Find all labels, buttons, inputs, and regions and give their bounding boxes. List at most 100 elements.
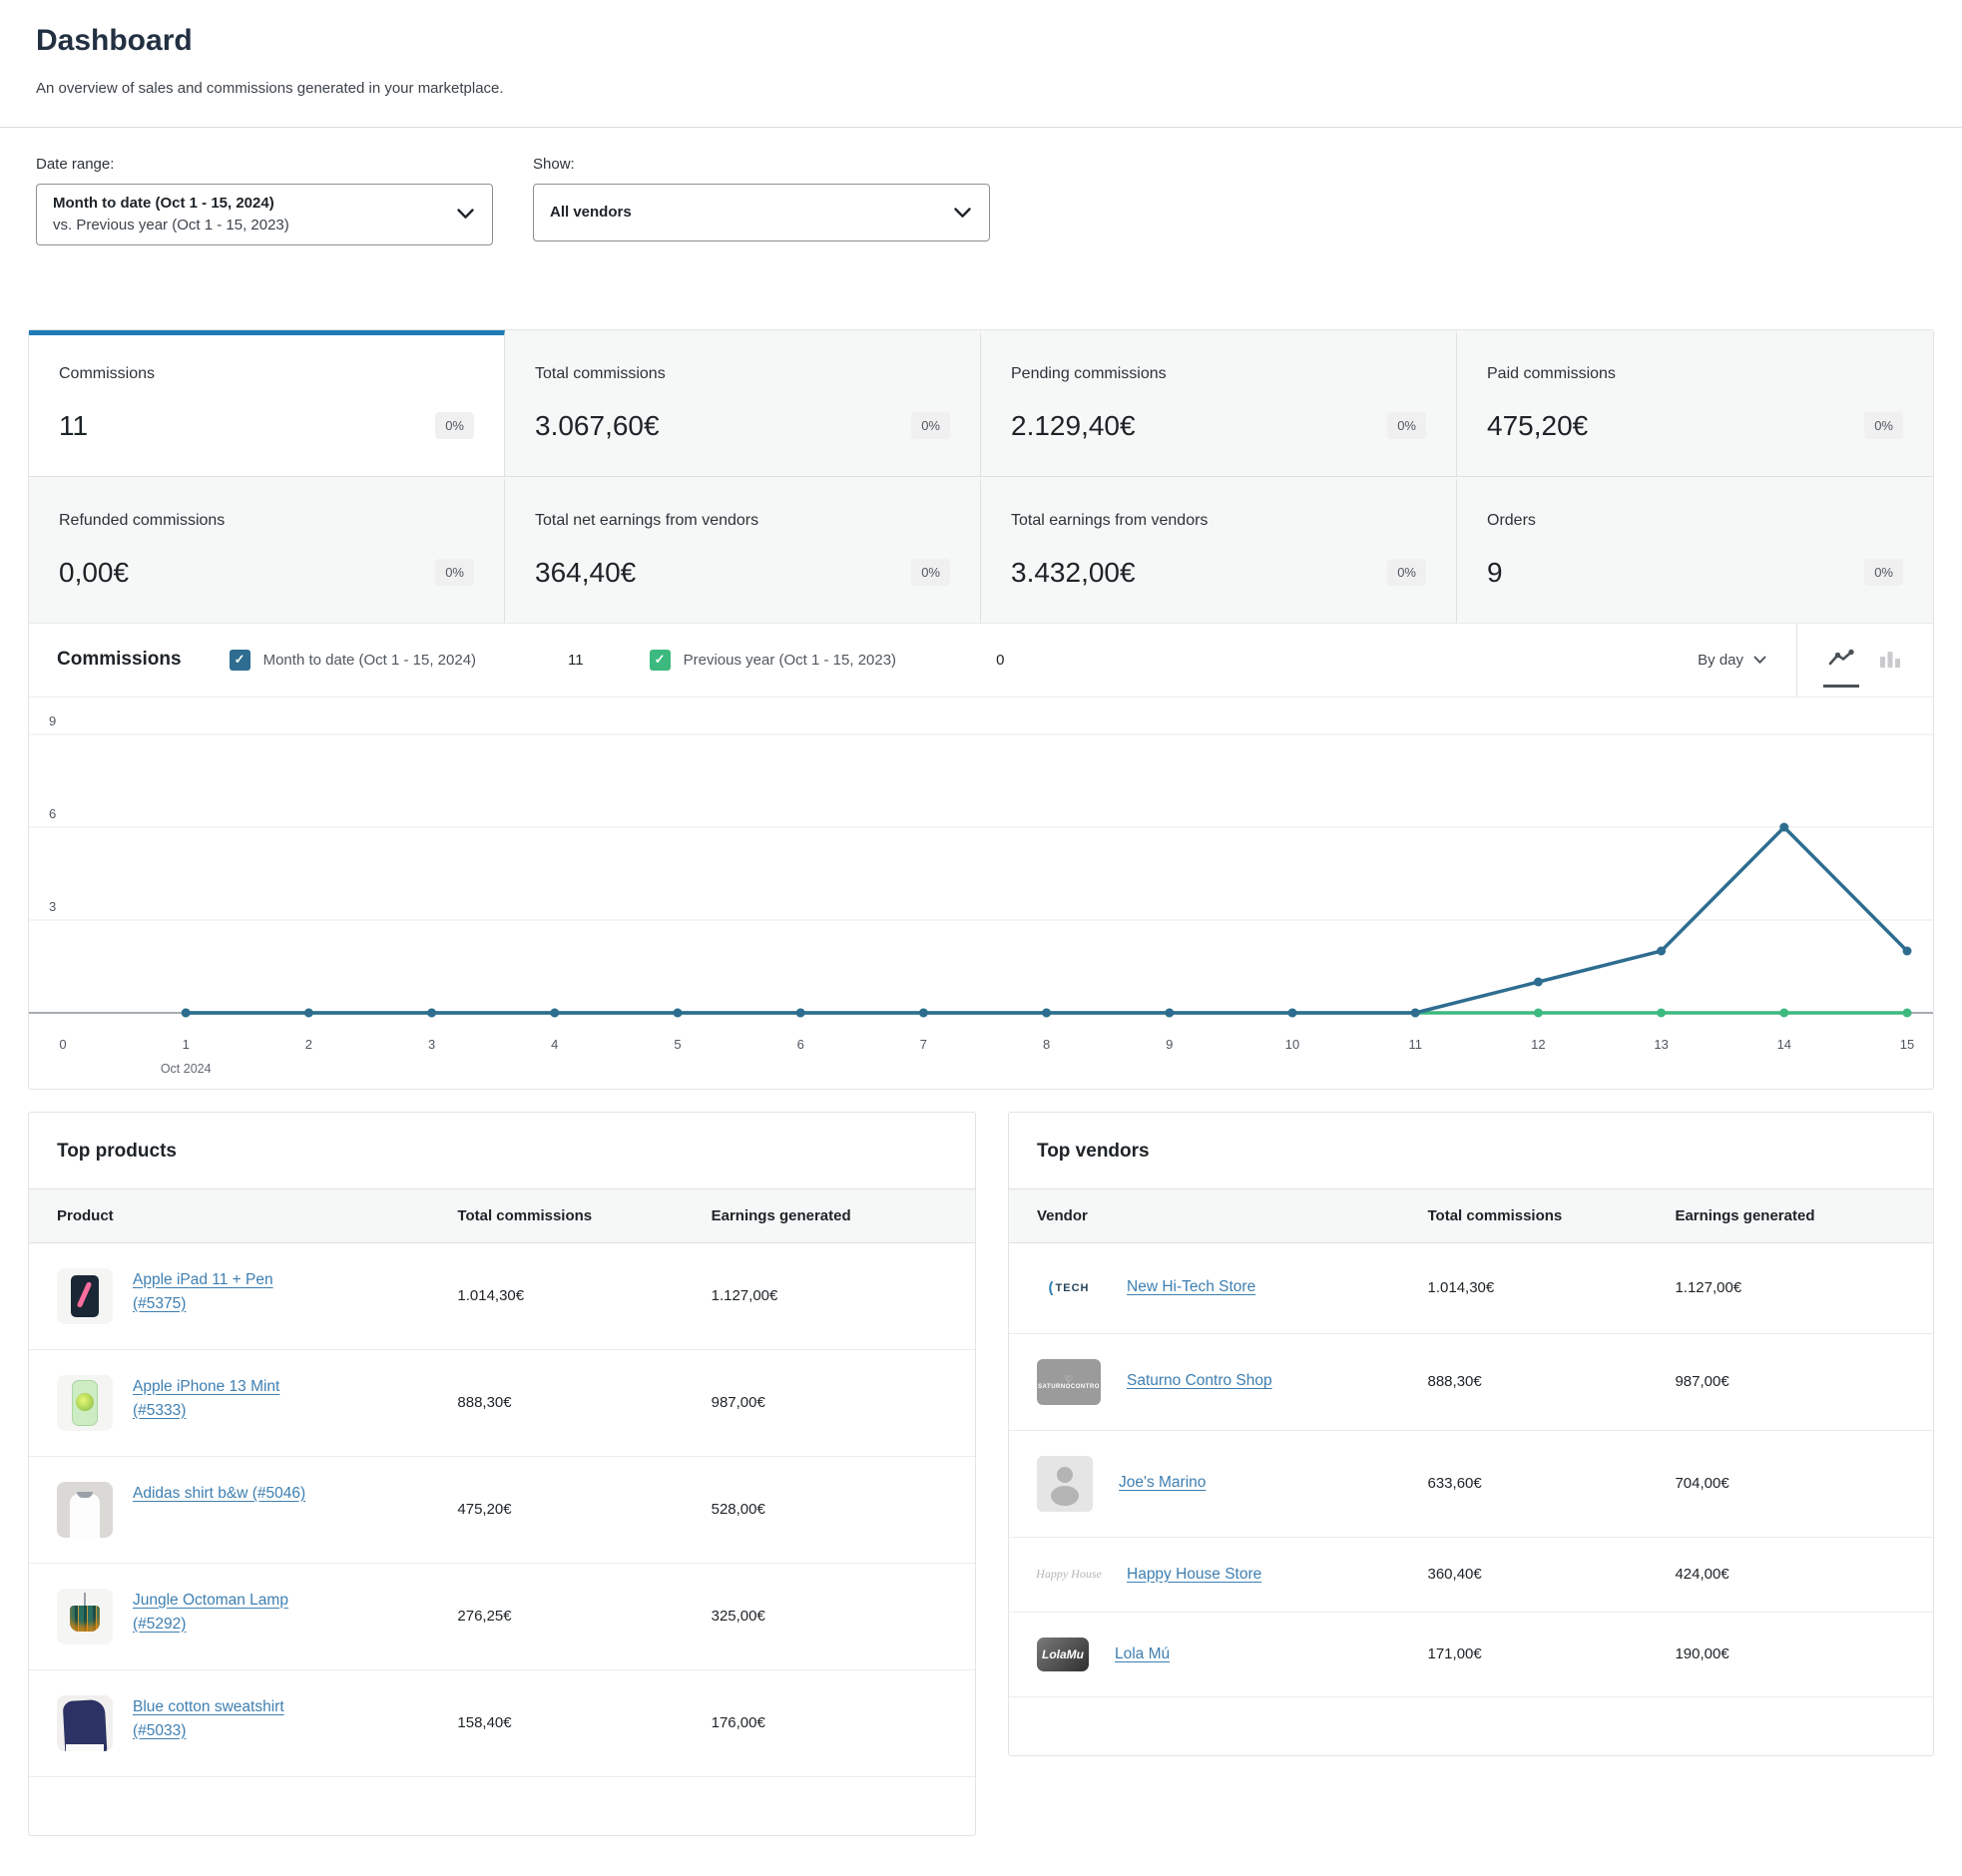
vendor-avatar[interactable] <box>1037 1456 1093 1512</box>
svg-text:9: 9 <box>49 713 56 728</box>
vendor-filter: Show: All vendors <box>533 156 990 245</box>
chart-title: Commissions <box>57 649 182 671</box>
vendor-earnings: 424,00€ <box>1675 1566 1905 1583</box>
legend-label: Month to date (Oct 1 - 15, 2024) <box>263 652 476 669</box>
table-row: Blue cotton sweatshirt (#5033) 158,40€ 1… <box>29 1670 975 1777</box>
product-thumbnail[interactable] <box>57 1268 113 1324</box>
change-badge: 0% <box>911 412 950 439</box>
product-link[interactable]: Blue cotton sweatshirt (#5033) <box>133 1695 318 1743</box>
person-icon <box>1045 1462 1085 1506</box>
product-thumbnail[interactable] <box>57 1375 113 1431</box>
line-chart-icon[interactable] <box>1823 633 1859 688</box>
table-footer <box>29 1777 975 1835</box>
vendor-logo[interactable]: TECH <box>1037 1268 1101 1308</box>
table-row: Happy House Happy House Store 360,40€ 42… <box>1009 1538 1933 1613</box>
stat-card-paid-commissions[interactable]: Paid commissions 475,20€0% <box>1457 330 1933 477</box>
legend-previous-period[interactable]: ✓ Previous year (Oct 1 - 15, 2023) <box>650 650 896 671</box>
stat-card-refunded-commissions[interactable]: Refunded commissions 0,00€ 0% <box>29 477 505 624</box>
vendor-select[interactable]: All vendors <box>533 184 990 241</box>
svg-text:15: 15 <box>1900 1037 1914 1052</box>
vendor-link[interactable]: Lola Mú <box>1115 1642 1170 1666</box>
interval-label: By day <box>1698 652 1743 669</box>
product-total-commissions: 888,30€ <box>457 1394 711 1411</box>
stat-card-total-commissions[interactable]: Total commissions 3.067,60€0% <box>505 330 981 477</box>
vendor-link[interactable]: New Hi-Tech Store <box>1127 1275 1255 1299</box>
vendor-total-commissions: 171,00€ <box>1428 1645 1676 1662</box>
product-thumbnail[interactable] <box>57 1695 113 1751</box>
vendor-total-commissions: 633,60€ <box>1428 1475 1676 1492</box>
check-icon: ✓ <box>655 652 666 668</box>
column-earnings-generated: Earnings generated <box>1675 1207 1905 1224</box>
svg-text:1: 1 <box>183 1037 190 1052</box>
vendor-total-commissions: 360,40€ <box>1428 1566 1676 1583</box>
stat-label: Total commissions <box>535 365 950 383</box>
page-subtitle: An overview of sales and commissions gen… <box>36 80 1926 97</box>
table-row: Apple iPad 11 + Pen (#5375) 1.014,30€ 1.… <box>29 1243 975 1350</box>
stat-card-orders[interactable]: Orders 90% <box>1457 477 1933 624</box>
product-link[interactable]: Adidas shirt b&w (#5046) <box>133 1482 305 1506</box>
checkbox-checked[interactable]: ✓ <box>230 650 250 671</box>
vendor-logo-text: LolaMu <box>1042 1647 1084 1661</box>
product-total-commissions: 1.014,30€ <box>457 1287 711 1304</box>
date-range-label: Date range: <box>36 156 493 173</box>
column-product: Product <box>57 1207 457 1224</box>
change-badge: 0% <box>435 559 474 586</box>
column-total-commissions: Total commissions <box>1428 1207 1676 1224</box>
product-thumbnail[interactable] <box>57 1482 113 1538</box>
vendor-link[interactable]: Joe's Marino <box>1119 1471 1206 1495</box>
interval-dropdown[interactable]: By day <box>1668 652 1796 669</box>
legend-count: 11 <box>568 652 584 669</box>
stat-value: 9 <box>1487 557 1503 589</box>
svg-text:6: 6 <box>797 1037 804 1052</box>
stats-chart-panel: Commissions 110% Total commissions 3.067… <box>28 329 1934 1090</box>
product-link[interactable]: Apple iPhone 13 Mint (#5333) <box>133 1375 318 1423</box>
product-earnings: 176,00€ <box>712 1714 947 1731</box>
vendor-total-commissions: 888,30€ <box>1428 1373 1676 1390</box>
stat-label: Pending commissions <box>1011 365 1426 383</box>
table-footer <box>1009 1697 1933 1755</box>
stat-label: Refunded commissions <box>59 512 474 530</box>
vendor-earnings: 190,00€ <box>1675 1645 1905 1662</box>
svg-text:3: 3 <box>428 1037 435 1052</box>
bar-chart-icon[interactable] <box>1873 633 1907 688</box>
stat-value: 3.432,00€ <box>1011 557 1136 589</box>
vendor-link[interactable]: Happy House Store <box>1127 1563 1261 1587</box>
stat-card-total-earnings[interactable]: Total earnings from vendors 3.432,00€0% <box>981 477 1457 624</box>
product-earnings: 1.127,00€ <box>712 1287 947 1304</box>
vendor-logo[interactable]: LolaMu <box>1037 1638 1089 1671</box>
table-row: Apple iPhone 13 Mint (#5333) 888,30€ 987… <box>29 1350 975 1457</box>
stat-label: Paid commissions <box>1487 365 1903 383</box>
svg-text:7: 7 <box>920 1037 927 1052</box>
product-link[interactable]: Jungle Octoman Lamp (#5292) <box>133 1589 318 1637</box>
stat-card-pending-commissions[interactable]: Pending commissions 2.129,40€0% <box>981 330 1457 477</box>
date-range-select[interactable]: Month to date (Oct 1 - 15, 2024) vs. Pre… <box>36 184 493 245</box>
vendor-select-current: All vendors <box>550 202 632 224</box>
checkbox-checked[interactable]: ✓ <box>650 650 671 671</box>
table-row: TECH New Hi-Tech Store 1.014,30€ 1.127,0… <box>1009 1243 1933 1334</box>
legend-current-period[interactable]: ✓ Month to date (Oct 1 - 15, 2024) <box>230 650 476 671</box>
change-badge: 0% <box>435 412 474 439</box>
chevron-down-icon <box>1753 656 1766 665</box>
vendor-logo-text: TECH <box>1056 1282 1090 1294</box>
stat-value: 2.129,40€ <box>1011 410 1136 442</box>
stat-card-total-net-earnings[interactable]: Total net earnings from vendors 364,40€0… <box>505 477 981 624</box>
legend-count: 0 <box>996 652 1004 669</box>
check-icon: ✓ <box>235 652 245 668</box>
stat-value: 0,00€ <box>59 557 129 589</box>
stat-label: Total net earnings from vendors <box>535 512 950 530</box>
vendor-link[interactable]: Saturno Contro Shop <box>1127 1369 1272 1393</box>
top-vendors-title: Top vendors <box>1009 1113 1933 1188</box>
table-header: Product Total commissions Earnings gener… <box>29 1188 975 1243</box>
vendor-logo[interactable]: Happy House <box>1037 1563 1101 1587</box>
svg-text:13: 13 <box>1654 1037 1668 1052</box>
product-link[interactable]: Apple iPad 11 + Pen (#5375) <box>133 1268 318 1316</box>
vendor-logo[interactable]: ♡ SATURNOCONTRO <box>1037 1359 1101 1405</box>
vendor-logo-text: Happy House <box>1036 1567 1102 1582</box>
legend-label: Previous year (Oct 1 - 15, 2023) <box>684 652 896 669</box>
vendor-earnings: 1.127,00€ <box>1675 1279 1905 1296</box>
table-row: Jungle Octoman Lamp (#5292) 276,25€ 325,… <box>29 1564 975 1670</box>
stat-card-commissions[interactable]: Commissions 110% <box>29 330 505 477</box>
product-thumbnail[interactable] <box>57 1589 113 1644</box>
vendor-earnings: 987,00€ <box>1675 1373 1905 1390</box>
chevron-down-icon <box>457 209 474 220</box>
